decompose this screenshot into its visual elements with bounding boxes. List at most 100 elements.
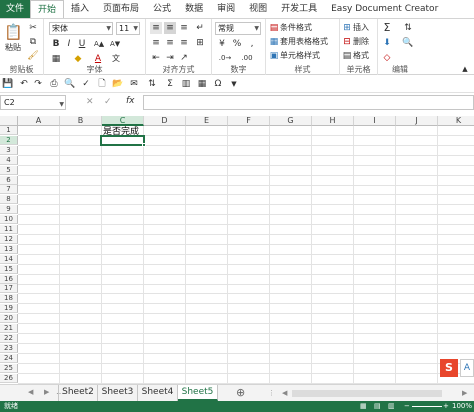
wrap-text-icon[interactable]: ↵ (194, 22, 206, 34)
font-shrink-icon[interactable]: A▼ (110, 38, 120, 50)
zoom-slider[interactable] (412, 406, 442, 407)
delete-cells-icon[interactable]: ⊟ (342, 36, 352, 48)
percent-icon[interactable]: % (231, 38, 243, 50)
row-header-1[interactable]: 1 (0, 126, 18, 135)
paste-icon[interactable]: 📋 (4, 23, 23, 41)
select-all-corner[interactable] (0, 116, 18, 126)
format-painter-icon[interactable]: 🖌 (27, 50, 39, 62)
tab-formulas[interactable]: 公式 (146, 0, 178, 18)
column-header-c[interactable]: C (102, 116, 144, 126)
font-grow-icon[interactable]: A▲ (94, 38, 104, 50)
row-header-8[interactable]: 8 (0, 195, 18, 205)
page-break-view-icon[interactable]: ▥ (388, 401, 395, 412)
redo-icon[interactable]: ↷ (32, 78, 44, 90)
clear-icon[interactable]: ◇ (381, 52, 393, 64)
format-as-table-icon[interactable]: ▦ (269, 36, 279, 48)
cancel-icon[interactable]: ✕ (86, 97, 94, 107)
insert-cells-icon[interactable]: ⊞ (342, 22, 352, 34)
open-file-icon[interactable]: 📂 (112, 78, 124, 90)
row-header-12[interactable]: 12 (0, 234, 18, 244)
underline-icon[interactable]: U (77, 38, 87, 50)
prev-sheet-icon[interactable]: ◀ (28, 388, 33, 396)
row-header-16[interactable]: 16 (0, 274, 18, 284)
copy-icon[interactable]: ⧉ (27, 36, 39, 48)
column-header-b[interactable]: B (60, 116, 102, 126)
name-box[interactable]: C2 ▼ (0, 95, 66, 110)
print-preview-icon[interactable]: ⎙ (48, 78, 60, 90)
zoom-out-icon[interactable]: − (404, 401, 410, 412)
row-header-2[interactable]: 2 (0, 135, 18, 145)
conditional-format-button[interactable]: 条件格式 (280, 22, 312, 34)
row-header-15[interactable]: 15 (0, 264, 18, 274)
delete-cells-button[interactable]: 删除 (353, 36, 369, 48)
formula-input[interactable] (143, 95, 474, 110)
increase-decimal-icon[interactable]: .0→ (216, 52, 234, 64)
cut-icon[interactable]: ✂ (27, 22, 39, 34)
fill-handle[interactable] (142, 143, 146, 147)
cell-styles-button[interactable]: 单元格样式 (280, 50, 320, 62)
align-right-icon[interactable]: ≡ (178, 37, 190, 49)
increase-indent-icon[interactable]: ⇥ (164, 52, 176, 64)
row-header-23[interactable]: 23 (0, 343, 18, 353)
customize-qat-icon[interactable]: ▼ (228, 78, 240, 90)
table-icon[interactable]: ▦ (196, 78, 208, 90)
tab-view[interactable]: 视图 (242, 0, 274, 18)
paste-label[interactable]: 粘贴 (5, 42, 21, 54)
format-as-table-button[interactable]: 套用表格格式 (280, 36, 328, 48)
sheet-tab-sheet5[interactable]: Sheet5 (178, 385, 218, 401)
row-header-4[interactable]: 4 (0, 155, 18, 165)
collapse-ribbon-icon[interactable]: ▲ (460, 63, 470, 75)
column-header-h[interactable]: H (312, 116, 354, 126)
worksheet-grid[interactable]: ABCDEFGHIJKL 123456789101112131415161718… (0, 116, 474, 384)
enter-icon[interactable]: ✓ (104, 97, 112, 107)
sheet-tab-sheet3[interactable]: Sheet3 (98, 385, 138, 401)
chart-icon[interactable]: ▥ (180, 78, 192, 90)
autosum-qat-icon[interactable]: Σ (164, 78, 176, 90)
font-size-select[interactable]: 11 ▼ (116, 22, 140, 35)
merge-center-icon[interactable]: ⊞ (194, 37, 206, 49)
sort-filter-icon[interactable]: ⇅ (402, 22, 414, 34)
decrease-decimal-icon[interactable]: .00 (238, 52, 256, 64)
row-header-20[interactable]: 20 (0, 314, 18, 324)
align-middle-icon[interactable]: ≡ (164, 22, 176, 34)
fill-icon[interactable]: ⬇ (381, 37, 393, 49)
decrease-indent-icon[interactable]: ⇤ (150, 52, 162, 64)
italic-icon[interactable]: I (64, 38, 74, 50)
horizontal-scrollbar[interactable] (292, 390, 442, 397)
conditional-format-icon[interactable]: ▤ (269, 22, 279, 34)
zoom-level[interactable]: 100% (452, 401, 472, 412)
currency-icon[interactable]: ¥ (216, 38, 228, 50)
row-header-3[interactable]: 3 (0, 145, 18, 155)
row-header-25[interactable]: 25 (0, 363, 18, 373)
row-header-24[interactable]: 24 (0, 353, 18, 363)
row-header-13[interactable]: 13 (0, 244, 18, 254)
email-icon[interactable]: ✉ (128, 78, 140, 90)
column-header-d[interactable]: D (144, 116, 186, 126)
cell-styles-icon[interactable]: ▣ (269, 50, 279, 62)
new-file-icon[interactable]: 🗋 (96, 78, 108, 90)
row-header-18[interactable]: 18 (0, 294, 18, 304)
zoom-in-icon[interactable]: + (443, 401, 449, 412)
row-header-26[interactable]: 26 (0, 373, 18, 383)
tab-page-layout[interactable]: 页面布局 (96, 0, 146, 18)
row-header-14[interactable]: 14 (0, 254, 18, 264)
bold-icon[interactable]: B (51, 38, 61, 50)
undo-icon[interactable]: ↶ (18, 78, 30, 90)
column-header-i[interactable]: I (354, 116, 396, 126)
spelling-icon[interactable]: ✓ (80, 78, 92, 90)
tab-review[interactable]: 审阅 (210, 0, 242, 18)
align-center-icon[interactable]: ≡ (164, 37, 176, 49)
insert-function-icon[interactable]: fx (126, 96, 135, 106)
tab-file[interactable]: 文件 (0, 0, 30, 18)
column-header-j[interactable]: J (396, 116, 438, 126)
selected-cell-c2[interactable] (100, 135, 145, 146)
scroll-right-icon[interactable]: ▶ (462, 389, 467, 397)
comma-style-icon[interactable]: , (246, 38, 258, 50)
tab-home[interactable]: 开始 (30, 0, 65, 19)
row-header-6[interactable]: 6 (0, 175, 18, 185)
row-header-22[interactable]: 22 (0, 333, 18, 343)
align-top-icon[interactable]: ≡ (150, 22, 162, 34)
symbol-icon[interactable]: Ω (212, 78, 224, 90)
column-header-e[interactable]: E (186, 116, 228, 126)
addin-a-icon[interactable]: A (460, 359, 474, 377)
